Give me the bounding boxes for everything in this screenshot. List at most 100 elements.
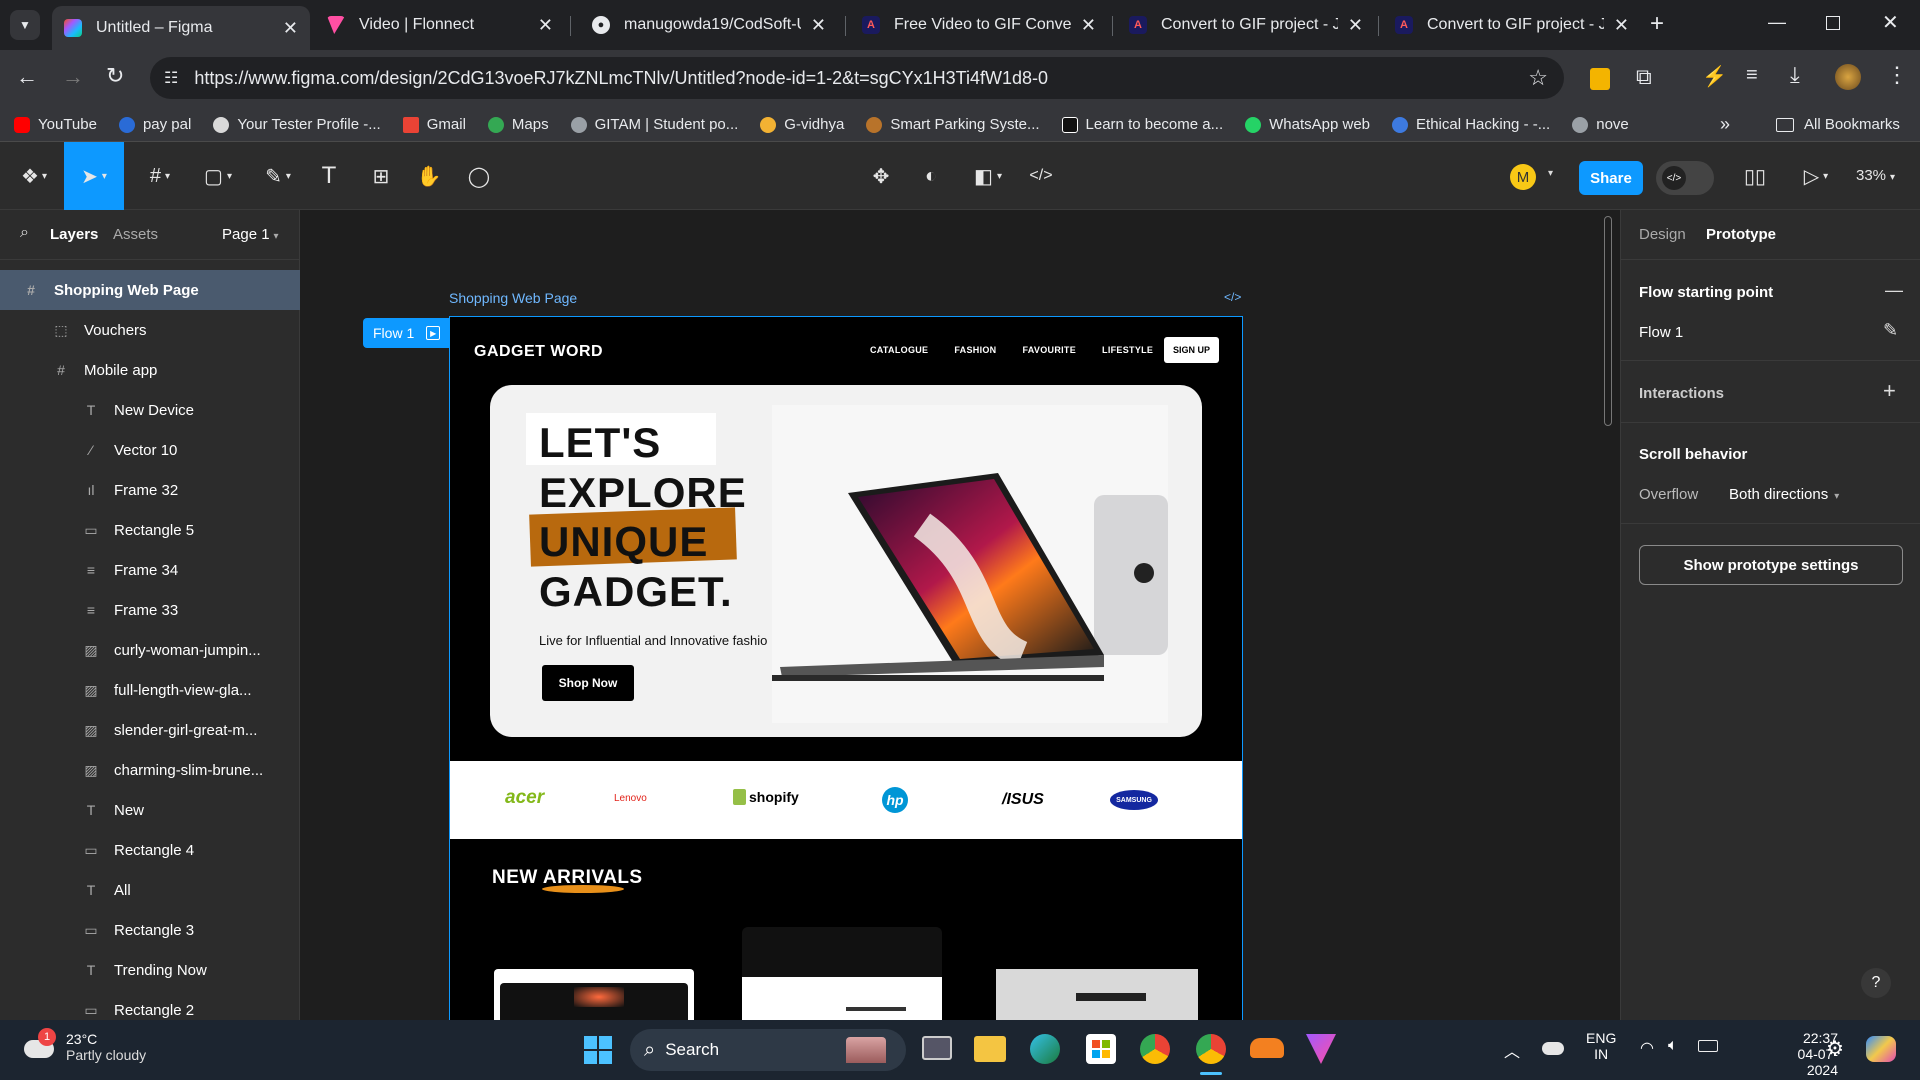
layer-row[interactable]: ≡ Frame 34: [0, 550, 300, 590]
extensions-icon[interactable]: ⧉: [1636, 64, 1652, 90]
close-tab-icon[interactable]: ✕: [1348, 15, 1363, 36]
layer-row[interactable]: T Trending Now: [0, 950, 300, 990]
settings-gear-icon[interactable]: ⚙: [1826, 1036, 1844, 1061]
layer-row[interactable]: ▭ Rectangle 5: [0, 510, 300, 550]
performance-icon[interactable]: ⚡: [1702, 64, 1727, 89]
language-indicator[interactable]: ENG IN: [1586, 1030, 1616, 1062]
volume-icon[interactable]: 🔈︎: [1668, 1037, 1678, 1055]
present-icon[interactable]: ▷ ▾: [1796, 142, 1836, 210]
tab-design[interactable]: Design: [1639, 226, 1686, 243]
help-button[interactable]: ?: [1861, 968, 1891, 998]
nav-lifestyle[interactable]: LIFESTYLE: [1102, 345, 1153, 355]
component-icon[interactable]: ✥: [866, 142, 896, 210]
url-omnibox[interactable]: ☷ https://www.figma.com/design/2CdG13voe…: [150, 57, 1564, 99]
layer-row[interactable]: ▭ Rectangle 4: [0, 830, 300, 870]
layers-scrollbar[interactable]: [292, 270, 296, 1010]
browser-tab[interactable]: Untitled – Figma ✕: [52, 6, 310, 50]
page-selector[interactable]: Page 1 ▾: [222, 226, 279, 243]
boolean-icon[interactable]: ◧ ▾: [966, 142, 1010, 210]
avatar-dropdown-icon[interactable]: ▾: [1548, 168, 1553, 179]
close-tab-icon[interactable]: ✕: [811, 15, 826, 36]
shopping-web-page-frame[interactable]: GADGET WORD CATALOGUE FASHION FAVOURITE …: [449, 316, 1243, 1020]
tray-chevron-icon[interactable]: ︿: [1504, 1038, 1520, 1062]
start-button[interactable]: [584, 1036, 612, 1064]
edge-icon[interactable]: [1030, 1034, 1060, 1064]
zoom-level[interactable]: 33% ▾: [1856, 167, 1895, 184]
minimize-icon[interactable]: —: [1768, 12, 1786, 33]
bookmark-gmail[interactable]: Gmail: [402, 116, 466, 133]
bookmark-youtube[interactable]: YouTube: [14, 116, 97, 133]
bookmark-whatsapp[interactable]: WhatsApp web: [1245, 116, 1370, 133]
tab-assets[interactable]: Assets: [113, 226, 158, 243]
browser-tab[interactable]: A Convert to GIF project - Ju ✕: [1117, 8, 1375, 42]
nav-favourite[interactable]: FAVOURITE: [1022, 345, 1076, 355]
flow-item-name[interactable]: Flow 1: [1639, 324, 1683, 341]
flow-badge[interactable]: Flow 1 ▶: [363, 318, 449, 348]
layer-row[interactable]: T New: [0, 790, 300, 830]
browser-menu-icon[interactable]: ⋮: [1886, 62, 1908, 88]
figma-menu-icon[interactable]: ❖ ▾: [14, 142, 54, 210]
show-prototype-settings-button[interactable]: Show prototype settings: [1639, 545, 1903, 585]
product-card[interactable]: [494, 969, 694, 1020]
reload-icon[interactable]: ↻: [106, 63, 124, 89]
back-icon[interactable]: ←: [16, 64, 38, 90]
signup-button[interactable]: SIGN UP: [1164, 337, 1219, 363]
layer-row[interactable]: # Shopping Web Page: [0, 270, 300, 310]
add-interaction-icon[interactable]: +: [1883, 378, 1896, 404]
code-icon[interactable]: </>: [1026, 142, 1056, 210]
remove-flow-icon[interactable]: —: [1885, 280, 1903, 301]
nav-fashion[interactable]: FASHION: [954, 345, 996, 355]
chrome-icon[interactable]: [1140, 1034, 1170, 1064]
profile-avatar[interactable]: [1835, 64, 1861, 90]
layer-row[interactable]: ⬚ Vouchers: [0, 310, 300, 350]
user-avatar[interactable]: M: [1510, 164, 1536, 190]
weather-widget[interactable]: 1 23°C Partly cloudy: [22, 1028, 146, 1064]
download-icon[interactable]: ⤓: [1790, 62, 1800, 88]
wifi-icon[interactable]: ◠: [1640, 1038, 1654, 1058]
all-bookmarks[interactable]: All Bookmarks: [1776, 116, 1900, 133]
layer-row[interactable]: T All: [0, 870, 300, 910]
figma-app-icon[interactable]: [1306, 1034, 1336, 1064]
figma-canvas[interactable]: Shopping Web Page </> Flow 1 ▶ GADGET WO…: [300, 210, 1620, 1020]
tab-prototype[interactable]: Prototype: [1706, 226, 1776, 243]
resources-icon[interactable]: ⊞: [366, 142, 396, 210]
bookmark-nove[interactable]: nove: [1572, 116, 1629, 133]
more-bookmarks-icon[interactable]: »: [1720, 114, 1730, 135]
tab-search-button[interactable]: ▼: [10, 10, 40, 40]
text-tool-icon[interactable]: T: [314, 142, 344, 210]
product-card[interactable]: [742, 927, 942, 1020]
product-card[interactable]: [996, 969, 1198, 1020]
layer-row[interactable]: # Mobile app: [0, 350, 300, 390]
browser-tab[interactable]: Video | Flonnect ✕: [315, 8, 565, 42]
forward-icon[interactable]: →: [62, 64, 84, 90]
shop-now-button[interactable]: Shop Now: [542, 665, 634, 701]
taskbar-search[interactable]: ⌕ Search: [630, 1029, 906, 1071]
shape-tool-icon[interactable]: ▢ ▾: [196, 142, 240, 210]
bookmark-g-vidhya[interactable]: G-vidhya: [760, 116, 844, 133]
close-tab-icon[interactable]: ✕: [1081, 15, 1096, 36]
layer-row[interactable]: ıl Frame 32: [0, 470, 300, 510]
layer-row[interactable]: ▨ curly-woman-jumpin...: [0, 630, 300, 670]
bookmark-paypal[interactable]: pay pal: [118, 116, 191, 133]
copilot-icon[interactable]: [1866, 1036, 1896, 1062]
bookmark-star-icon[interactable]: ☆: [1528, 65, 1548, 91]
browser-tab[interactable]: ● manugowda19/CodSoft-U ✕: [580, 8, 838, 42]
share-button[interactable]: Share: [1579, 161, 1643, 195]
contrast-icon[interactable]: ◐: [916, 142, 946, 210]
layer-row[interactable]: ▨ slender-girl-great-m...: [0, 710, 300, 750]
layer-row[interactable]: ≡ Frame 33: [0, 590, 300, 630]
pen-tool-icon[interactable]: ✎ ▾: [256, 142, 300, 210]
notes-extension-icon[interactable]: [1590, 68, 1610, 90]
cloud-app-icon[interactable]: [1250, 1038, 1284, 1058]
frame-label[interactable]: Shopping Web Page: [449, 290, 577, 306]
frame-tool-icon[interactable]: # ▾: [138, 142, 182, 210]
bookmark-maps[interactable]: Maps: [487, 116, 549, 133]
hand-tool-icon[interactable]: ✋: [414, 142, 444, 210]
layer-row[interactable]: ▭ Rectangle 3: [0, 910, 300, 950]
layer-row[interactable]: ▨ charming-slim-brune...: [0, 750, 300, 790]
new-tab-icon[interactable]: +: [1650, 10, 1664, 38]
bookmark-gitam[interactable]: GITAM | Student po...: [570, 116, 738, 133]
dev-mode-toggle[interactable]: </>: [1656, 161, 1714, 195]
browser-tab[interactable]: A Free Video to GIF Converte ✕: [850, 8, 1108, 42]
comment-icon[interactable]: ◯: [464, 142, 494, 210]
